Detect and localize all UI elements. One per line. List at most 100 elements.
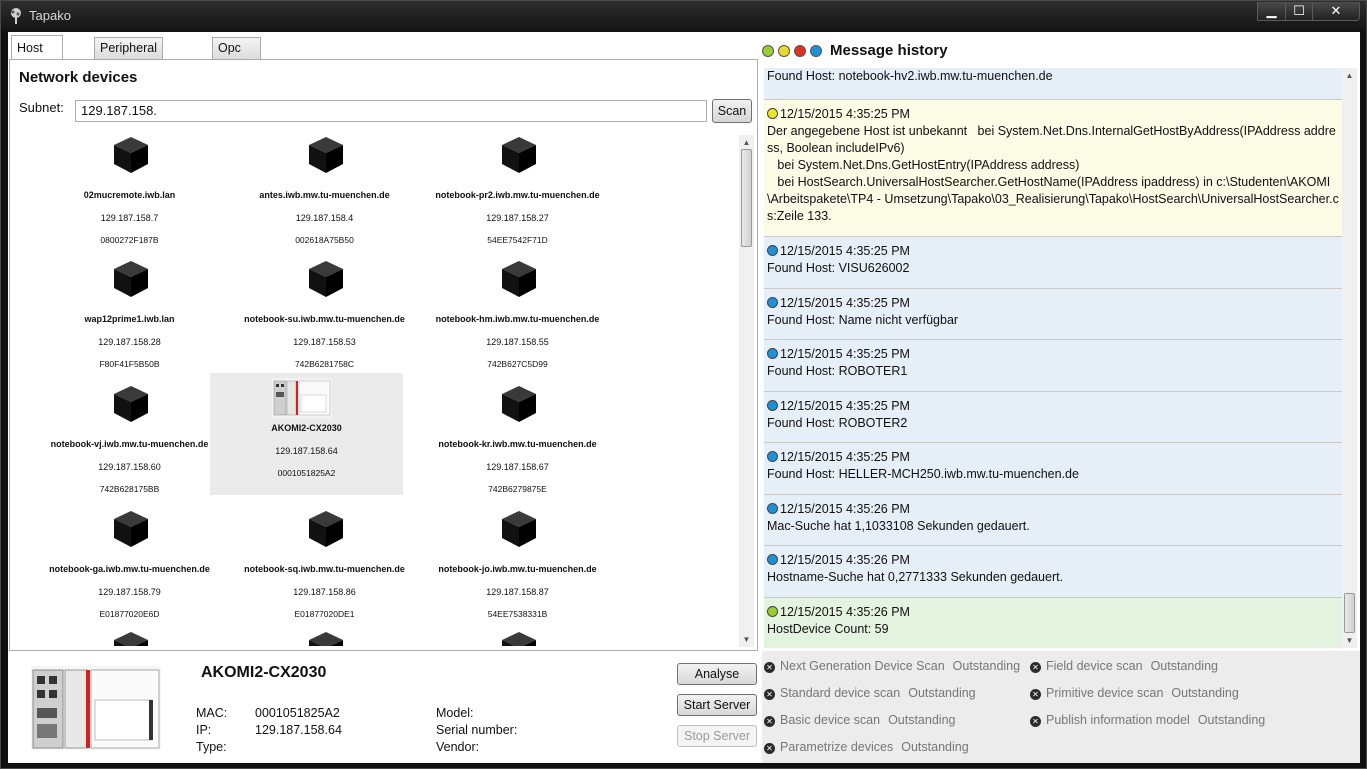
info-status-icon	[767, 348, 778, 359]
pending-x-icon: ✕	[764, 743, 775, 754]
message-entry: 12/15/2015 4:35:25 PM Found Host: Name ni…	[764, 289, 1342, 340]
scan-name: Field device scan	[1046, 659, 1143, 673]
device-tile[interactable]: 02mucremote.iwb.lan 129.187.158.7 0800272F…	[33, 132, 226, 254]
mac-value: 0001051825A2	[255, 706, 340, 720]
filter-success-dot[interactable]	[762, 45, 774, 57]
maximize-button[interactable]: ☐	[1285, 2, 1313, 21]
device-tile[interactable]: wap12prime1.iwb.lan 129.187.158.28 F80F41F…	[33, 256, 226, 378]
computer-cube-icon	[499, 509, 539, 549]
tab-opc-ua-server[interactable]: Opc Ua Server	[212, 37, 261, 97]
message-text: Found Host: notebook-hv2.iwb.mw.tu-muenc…	[767, 69, 1053, 83]
scan-status-item: ✕ Next Generation Device Scan Outstanding	[764, 659, 1020, 673]
info-status-icon	[767, 503, 778, 514]
message-history-title: Message history	[830, 42, 948, 59]
device-tile[interactable]: notebook-kr.iwb.mw.tu-muenchen.de 129.187…	[421, 381, 614, 503]
device-ip: 129.187.158.64	[275, 446, 338, 456]
computer-cube-icon	[111, 135, 151, 175]
minimize-button[interactable]: ▁	[1257, 2, 1286, 21]
scan-name: Publish information model	[1046, 713, 1190, 727]
client-area: Host Search Peripheral analysis Opc Ua S…	[8, 32, 1360, 763]
device-ip: 129.187.158.86	[293, 587, 356, 597]
message-entry: 12/15/2015 4:35:26 PM HostDevice Count: 5…	[764, 598, 1342, 648]
device-name: notebook-ga.iwb.mw.tu-muenchen.de	[49, 564, 210, 574]
device-tile[interactable]: notebook-jo.iwb.mw.tu-muenchen.de 129.187…	[421, 506, 614, 628]
message-text: Der angegebene Host ist unbekannt bei Sy…	[767, 124, 1339, 223]
scan-name: Primitive device scan	[1046, 686, 1164, 700]
stop-server-button[interactable]: Stop Server	[677, 725, 757, 747]
device-ip: 129.187.158.79	[98, 587, 161, 597]
device-tile[interactable]: notebook-pr2.iwb.mw.tu-muenchen.de 129.18…	[421, 132, 614, 254]
scan-status: Outstanding	[1171, 686, 1239, 700]
close-button[interactable]: ✕	[1312, 2, 1360, 21]
device-tile[interactable]: notebook-ga.iwb.mw.tu-muenchen.de 129.187…	[33, 506, 226, 628]
scroll-down-icon[interactable]: ▼	[1342, 633, 1357, 648]
scan-status: Outstanding	[901, 740, 969, 754]
message-text: Hostname-Suche hat 0,2771333 Sekunden ge…	[767, 570, 1064, 584]
message-entry: 12/15/2015 4:35:25 PM Found Host: VISU626…	[764, 237, 1342, 289]
device-ip: 129.187.158.87	[486, 587, 549, 597]
device-mac: E01877020E6D	[99, 609, 160, 619]
warning-status-icon	[767, 108, 778, 119]
device-name: notebook-kr.iwb.mw.tu-muenchen.de	[438, 439, 597, 449]
scan-status: Outstanding	[888, 713, 956, 727]
device-name: wap12prime1.iwb.lan	[84, 314, 175, 324]
message-timestamp: 12/15/2015 4:35:25 PM	[780, 450, 910, 464]
scan-name: Basic device scan	[780, 713, 881, 727]
device-tile[interactable]: notebook-su.iwb.mw.tu-muenchen.de 129.187…	[228, 256, 421, 378]
message-history-header: Message history	[762, 37, 1360, 67]
filter-error-dot[interactable]	[794, 45, 806, 57]
scroll-down-icon[interactable]: ▼	[739, 632, 754, 647]
plc-device-icon	[272, 378, 332, 418]
device-tile[interactable]: antes.iwb.mw.tu-muenchen.de 129.187.158.4…	[228, 132, 421, 254]
scroll-up-icon[interactable]: ▲	[1342, 68, 1357, 83]
scroll-up-icon[interactable]: ▲	[739, 135, 754, 150]
device-name: 02mucremote.iwb.lan	[83, 190, 176, 200]
message-text: HostDevice Count: 59	[767, 622, 889, 636]
computer-cube-icon	[111, 259, 151, 299]
ip-label: IP:	[196, 723, 212, 737]
device-ip: 129.187.158.28	[98, 337, 161, 347]
device-ip: 129.187.158.53	[293, 337, 356, 347]
message-text: Found Host: VISU626002	[767, 261, 910, 275]
analyse-button[interactable]: Analyse	[677, 663, 757, 685]
device-ip: 129.187.158.60	[98, 462, 161, 472]
success-status-icon	[767, 606, 778, 617]
message-text: Found Host: ROBOTER2	[767, 416, 908, 430]
tab-host-search[interactable]: Host Search	[11, 35, 63, 79]
serial-number-label: Serial number:	[436, 723, 518, 737]
filter-warning-dot[interactable]	[778, 45, 790, 57]
device-ip: 129.187.158.67	[486, 462, 549, 472]
start-server-button[interactable]: Start Server	[677, 694, 757, 716]
computer-cube-icon	[499, 384, 539, 424]
filter-info-dot[interactable]	[810, 45, 822, 57]
minimize-icon: ▁	[1266, 3, 1277, 18]
scan-status-item: ✕ Parametrize devices Outstanding	[764, 740, 969, 754]
message-list-scrollbar[interactable]: ▲ ▼	[1342, 68, 1357, 648]
device-tile[interactable]: notebook-sq.iwb.mw.tu-muenchen.de 129.187…	[228, 506, 421, 628]
device-name: AKOMI2-CX2030	[271, 423, 342, 433]
message-text: Found Host: HELLER-MCH250.iwb.mw.tu-muen…	[767, 467, 1079, 481]
device-tile[interactable]: notebook-hm.iwb.mw.tu-muenchen.de 129.187…	[421, 256, 614, 378]
device-ip: 129.187.158.4	[295, 213, 354, 223]
scan-button[interactable]: Scan	[712, 99, 752, 123]
scroll-thumb[interactable]	[1344, 593, 1355, 633]
info-status-icon	[767, 554, 778, 565]
subnet-input[interactable]: 129.187.158.	[75, 100, 707, 122]
message-entry: 12/15/2015 4:35:25 PM Der angegebene Host…	[764, 100, 1342, 237]
model-label: Model:	[436, 706, 474, 720]
device-tile[interactable]: notebook-vj.iwb.mw.tu-muenchen.de 129.187…	[33, 381, 226, 503]
device-name: notebook-pr2.iwb.mw.tu-muenchen.de	[435, 190, 600, 200]
tab-peripheral-analysis[interactable]: Peripheral analysis	[94, 37, 163, 76]
message-entry: 12/15/2015 4:35:26 PM Hostname-Suche hat …	[764, 546, 1342, 598]
maximize-icon: ☐	[1293, 3, 1305, 18]
mac-label: MAC:	[196, 706, 228, 720]
app-window: Tapako ▁ ☐ ✕ Host Search Peripheral anal…	[0, 0, 1367, 769]
device-tile-selected[interactable]: AKOMI2-CX2030 129.187.158.64 0001051825A2	[210, 373, 403, 495]
device-list-scrollbar[interactable]: ▲ ▼	[739, 135, 754, 647]
message-timestamp: 12/15/2015 4:35:25 PM	[780, 107, 910, 121]
device-ip: 129.187.158.27	[486, 213, 549, 223]
message-entry: 12/15/2015 4:35:25 PM Found Host: HELLER-…	[764, 443, 1342, 495]
device-mac: 742B6281758C	[294, 359, 355, 369]
scroll-thumb[interactable]	[741, 149, 752, 247]
info-status-icon	[767, 297, 778, 308]
